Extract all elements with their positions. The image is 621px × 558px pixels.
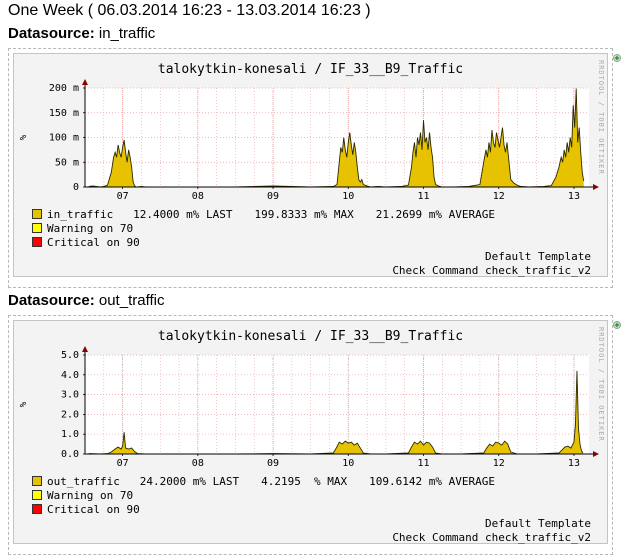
datasource-name: out_traffic: [98, 292, 165, 309]
x-tick-label: 09: [267, 191, 279, 202]
y-tick-label: 100 m: [49, 133, 79, 144]
graph-image[interactable]: talokytkin-konesali / IF_33__B9_Traffic …: [13, 320, 608, 544]
y-tick-label: 4.0: [61, 370, 79, 381]
x-tick-label: 09: [267, 458, 279, 469]
legend-swatch: [32, 237, 42, 247]
x-tick-label: 12: [493, 191, 505, 202]
legend-item: Warning on 70: [32, 489, 133, 502]
legend-label: out_traffic: [47, 475, 120, 488]
legend-swatch: [32, 476, 42, 486]
x-tick-label: 08: [192, 458, 204, 469]
x-tick-label: 13: [568, 191, 580, 202]
legend-item: Critical on 90: [32, 503, 140, 516]
y-axis-unit: %: [19, 401, 29, 407]
legend-item: out_traffic 24.2000 m% LAST 4.2195 % MAX 1…: [32, 475, 495, 488]
y-tick-label: 200 m: [49, 83, 79, 94]
legend-last: 12.4000 m% LAST: [133, 208, 233, 221]
x-axis-arrow: [593, 451, 599, 457]
legend-swatch: [32, 223, 42, 233]
datasource-label: Datasource:: [8, 292, 95, 309]
graph-side-icon[interactable]: [613, 54, 621, 62]
x-tick-label: 07: [117, 458, 129, 469]
x-tick-label: 13: [568, 458, 580, 469]
graph-container: talokytkin-konesali / IF_33__B9_Traffic …: [8, 315, 613, 555]
y-tick-label: 1.0: [61, 429, 79, 440]
graph-side-icon[interactable]: [613, 321, 621, 329]
datasource-heading: Datasource: out_traffic: [8, 292, 164, 309]
y-tick-label: 0.0: [61, 449, 79, 460]
footer-template: Default Template: [485, 250, 591, 263]
footer-command: Check Command check_traffic_v2: [392, 264, 591, 277]
legend-label: in_traffic: [47, 208, 114, 221]
legend-label: Critical on 90: [47, 236, 140, 249]
x-tick-label: 10: [342, 458, 354, 469]
y-tick-label: 150 m: [49, 108, 79, 119]
footer-template: Default Template: [485, 517, 591, 530]
legend-label: Warning on 70: [47, 489, 134, 502]
legend-average: 21.2699 m% AVERAGE: [375, 208, 496, 221]
page-title: One Week ( 06.03.2014 16:23 - 13.03.2014…: [8, 2, 371, 19]
y-tick-label: 2.0: [61, 409, 79, 420]
x-tick-label: 12: [493, 458, 505, 469]
legend-item: Warning on 70: [32, 222, 133, 235]
plot-area: [85, 355, 589, 454]
legend-label: Critical on 90: [47, 503, 140, 516]
y-axis-unit: %: [19, 134, 29, 140]
legend-swatch: [32, 209, 42, 219]
x-tick-label: 07: [117, 191, 129, 202]
legend-average: 109.6142 m% AVERAGE: [369, 475, 496, 488]
legend-item: in_traffic 12.4000 m% LAST 199.8333 m% MA…: [32, 208, 495, 221]
x-tick-label: 10: [342, 191, 354, 202]
legend-last: 24.2000 m% LAST: [139, 475, 240, 488]
y-axis-arrow: [82, 346, 88, 352]
datasource-label: Datasource:: [8, 25, 95, 42]
y-tick-label: 50 m: [55, 157, 79, 168]
legend-max: 199.8333 m% MAX: [254, 208, 354, 221]
legend-label: Warning on 70: [47, 222, 134, 235]
x-tick-label: 11: [417, 191, 429, 202]
datasource-name: in_traffic: [98, 25, 156, 42]
graph-container: talokytkin-konesali / IF_33__B9_Traffic …: [8, 48, 613, 288]
footer-command: Check Command check_traffic_v2: [392, 531, 591, 544]
legend-gap: [113, 208, 133, 221]
legend-item: Critical on 90: [32, 236, 140, 249]
y-tick-label: 3.0: [61, 390, 79, 401]
x-tick-label: 08: [192, 191, 204, 202]
y-axis-arrow: [82, 79, 88, 85]
legend-swatch: [32, 504, 42, 514]
legend-gap: [120, 475, 140, 488]
datasource-heading: Datasource: in_traffic: [8, 25, 155, 42]
y-tick-label: 0: [73, 182, 79, 193]
legend-swatch: [32, 490, 42, 500]
x-tick-label: 11: [417, 458, 429, 469]
graph-image[interactable]: talokytkin-konesali / IF_33__B9_Traffic …: [13, 53, 608, 277]
x-axis-arrow: [593, 184, 599, 190]
legend-max: 4.2195 % MAX: [261, 475, 348, 488]
y-tick-label: 5.0: [61, 350, 79, 361]
